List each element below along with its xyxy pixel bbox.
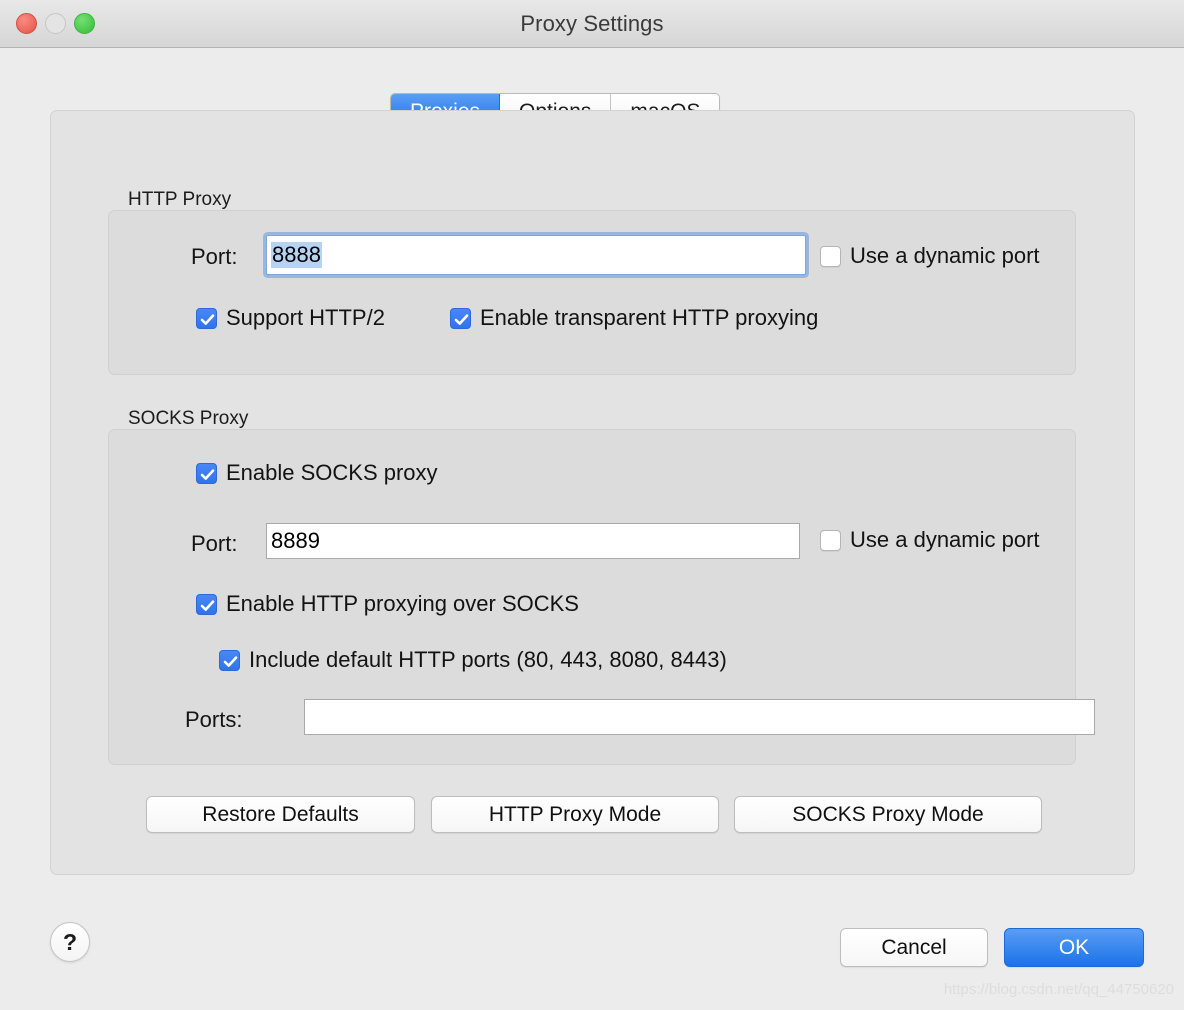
enable-socks-label: Enable SOCKS proxy [226, 460, 438, 485]
socks-proxy-groupbox: Enable SOCKS proxy Port: 8889 Use a dyna… [108, 429, 1095, 765]
help-button[interactable]: ? [50, 922, 90, 962]
checkmark-icon [200, 468, 215, 480]
socks-ports-label: Ports: [185, 707, 243, 732]
http-proxy-groupbox: Port: 8888 Use a dynamic port Support HT… [108, 210, 1076, 375]
http-over-socks-checkbox-row[interactable]: Enable HTTP proxying over SOCKS [196, 593, 579, 615]
socks-dynamic-port-label: Use a dynamic port [850, 527, 1040, 552]
checkmark-icon [200, 313, 215, 325]
enable-socks-checkbox[interactable] [196, 462, 217, 484]
http-dynamic-port-checkbox[interactable] [820, 245, 841, 267]
http-over-socks-label: Enable HTTP proxying over SOCKS [226, 591, 579, 616]
transparent-proxying-checkbox[interactable] [450, 307, 471, 329]
socks-port-value: 8889 [271, 528, 320, 553]
http-port-label: Port: [191, 244, 238, 269]
cancel-button[interactable]: Cancel [840, 928, 988, 967]
proxies-tab-panel: HTTP Proxy Port: 8888 Use a dynamic port… [50, 110, 1135, 875]
http-dynamic-port-label: Use a dynamic port [850, 243, 1040, 268]
include-default-ports-checkbox-row[interactable]: Include default HTTP ports (80, 443, 808… [219, 649, 727, 671]
transparent-proxying-checkbox-row[interactable]: Enable transparent HTTP proxying [450, 307, 818, 329]
http-over-socks-checkbox[interactable] [196, 593, 217, 615]
http-port-input[interactable]: 8888 [266, 235, 806, 275]
socks-port-label: Port: [191, 531, 238, 556]
window-titlebar: Proxy Settings [0, 0, 1184, 48]
include-default-ports-checkbox[interactable] [219, 649, 240, 671]
support-http2-checkbox-row[interactable]: Support HTTP/2 [196, 307, 385, 329]
restore-defaults-button[interactable]: Restore Defaults [146, 796, 415, 833]
support-http2-checkbox[interactable] [196, 307, 217, 329]
checkmark-icon [223, 655, 238, 667]
socks-proxy-group-label: SOCKS Proxy [128, 408, 249, 429]
watermark-text: https://blog.csdn.net/qq_44750620 [943, 981, 1174, 998]
checkmark-icon [200, 599, 215, 611]
support-http2-label: Support HTTP/2 [226, 305, 385, 330]
socks-dynamic-port-checkbox[interactable] [820, 529, 841, 551]
checkmark-icon [454, 313, 469, 325]
enable-socks-checkbox-row[interactable]: Enable SOCKS proxy [196, 462, 438, 484]
socks-proxy-mode-button[interactable]: SOCKS Proxy Mode [734, 796, 1042, 833]
socks-ports-input[interactable] [304, 699, 1095, 735]
http-dynamic-port-checkbox-row[interactable]: Use a dynamic port [820, 245, 1040, 267]
include-default-ports-label: Include default HTTP ports (80, 443, 808… [249, 647, 727, 672]
http-proxy-mode-button[interactable]: HTTP Proxy Mode [431, 796, 719, 833]
socks-port-input[interactable]: 8889 [266, 523, 800, 559]
http-port-value: 8888 [271, 241, 322, 269]
socks-dynamic-port-checkbox-row[interactable]: Use a dynamic port [820, 529, 1040, 551]
transparent-proxying-label: Enable transparent HTTP proxying [480, 305, 819, 330]
proxy-settings-window: Proxy Settings Proxies Options macOS HTT… [0, 0, 1184, 1010]
ok-button[interactable]: OK [1004, 928, 1144, 967]
http-proxy-group-label: HTTP Proxy [128, 189, 232, 210]
window-title: Proxy Settings [520, 11, 664, 36]
